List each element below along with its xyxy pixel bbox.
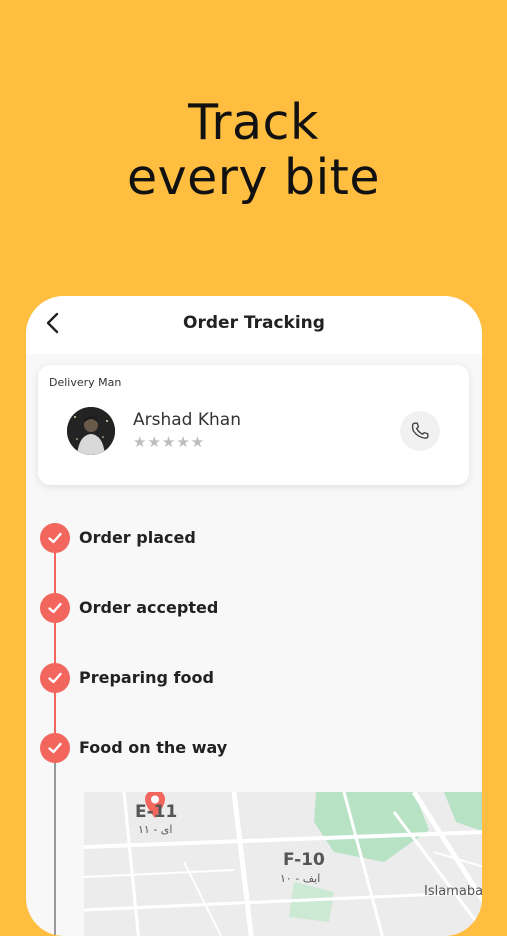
step-preparing-food: Preparing food — [79, 668, 214, 687]
map-label-sector-e11-urdu: ای - ١١ — [138, 823, 173, 836]
timeline-connector — [54, 692, 56, 736]
headline: Track every bite — [0, 95, 507, 205]
check-icon — [40, 523, 70, 553]
delivery-man-card: Delivery Man Arshad Khan ★★★★★ — [38, 365, 469, 485]
call-button[interactable] — [400, 411, 440, 451]
delivery-man-name: Arshad Khan — [133, 410, 241, 430]
map-label-sector-f10: F-10 — [283, 850, 325, 870]
map-label-sector-f10-urdu: ایف - ١٠ — [280, 872, 321, 885]
phone-icon — [411, 422, 429, 439]
headline-line-2: every bite — [126, 149, 381, 206]
map-label-city: Islamaba — [424, 884, 482, 899]
map-label-sector-e11: E-11 — [135, 802, 178, 822]
top-bar: Order Tracking — [26, 296, 482, 354]
timeline-connector — [54, 552, 56, 596]
rating-stars: ★★★★★ — [133, 433, 206, 451]
step-food-on-the-way: Food on the way — [79, 738, 228, 757]
timeline-connector — [54, 762, 56, 936]
step-order-accepted: Order accepted — [79, 598, 219, 617]
step-order-placed: Order placed — [79, 528, 196, 547]
avatar — [67, 407, 115, 455]
check-icon — [40, 733, 70, 763]
timeline-connector — [54, 622, 56, 666]
check-icon — [40, 663, 70, 693]
headline-line-1: Track — [188, 94, 319, 151]
delivery-man-label: Delivery Man — [49, 376, 122, 389]
check-icon — [40, 593, 70, 623]
phone-screen: Order Tracking Delivery Man Arshad Khan … — [26, 296, 482, 936]
page-title: Order Tracking — [183, 313, 325, 333]
map-view[interactable]: E-11 ای - ١١ F-10 ایف - ١٠ Islamaba — [84, 792, 482, 936]
